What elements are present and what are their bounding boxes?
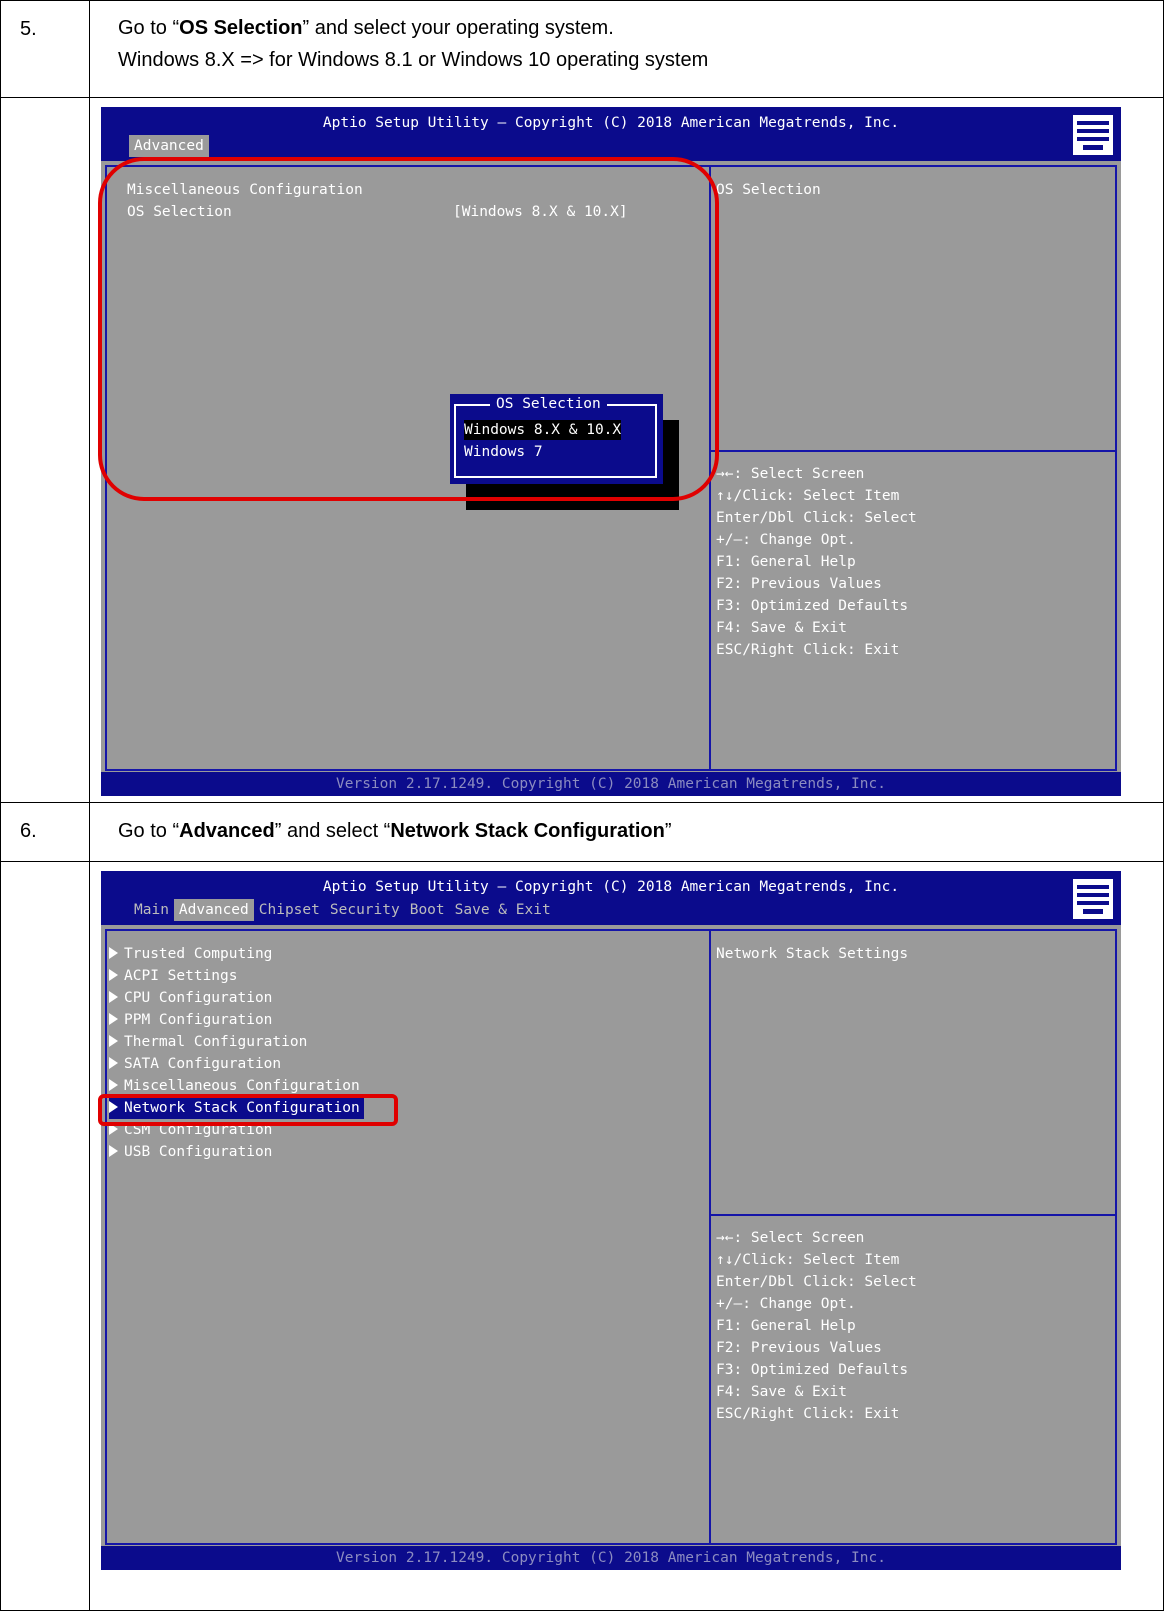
tab-boot[interactable]: Boot <box>405 899 450 921</box>
help-key: F3: Optimized Defaults <box>716 1362 909 1378</box>
submenu-arrow-icon <box>109 1145 118 1157</box>
bios-title: Aptio Setup Utility – Copyright (C) 2018… <box>322 115 900 131</box>
submenu-arrow-icon <box>109 1057 118 1069</box>
help-description: Network Stack Settings <box>716 946 909 962</box>
bios-footer: Version 2.17.1249. Copyright (C) 2018 Am… <box>101 1546 1121 1570</box>
table-border <box>89 0 90 1611</box>
table-border <box>0 861 1164 862</box>
bios-title: Aptio Setup Utility – Copyright (C) 2018… <box>322 879 900 895</box>
table-border <box>1163 0 1164 1611</box>
menu-item-trusted-computing[interactable]: Trusted Computing <box>109 943 272 965</box>
help-key: →←: Select Screen <box>716 1230 865 1246</box>
help-key: +/–: Change Opt. <box>716 1296 856 1312</box>
step-instruction: Go to “OS Selection” and select your ope… <box>118 12 708 76</box>
submenu-arrow-icon <box>109 991 118 1003</box>
tab-save-exit[interactable]: Save & Exit <box>450 899 556 921</box>
table-border <box>0 0 1164 1</box>
instruction-bold: Network Stack Configuration <box>390 820 665 842</box>
help-key: F3: Optimized Defaults <box>716 598 909 614</box>
help-key: F1: General Help <box>716 1318 856 1334</box>
submenu-arrow-icon <box>109 969 118 981</box>
bios-screenshot-advanced: Aptio Setup Utility – Copyright (C) 2018… <box>101 871 1121 1570</box>
help-key: Enter/Dbl Click: Select <box>716 1274 917 1290</box>
help-divider <box>711 1214 1117 1216</box>
instruction-text: Windows 8.X => for Windows 8.1 or Window… <box>118 49 709 71</box>
step-number: 5. <box>20 18 37 40</box>
bios-title-bar: Aptio Setup Utility – Copyright (C) 2018… <box>101 107 1121 161</box>
menu-item-usb-configuration[interactable]: USB Configuration <box>109 1141 272 1163</box>
table-border <box>0 0 1 1611</box>
help-key: →←: Select Screen <box>716 466 865 482</box>
instruction-text: ” and select your operating system. <box>302 17 614 39</box>
tab-chipset[interactable]: Chipset <box>254 899 325 921</box>
bios-divider <box>709 929 711 1545</box>
help-key: +/–: Change Opt. <box>716 532 856 548</box>
help-key: ESC/Right Click: Exit <box>716 642 900 658</box>
instruction-text: Go to “ <box>118 820 180 842</box>
step-number: 6. <box>20 820 37 842</box>
table-border <box>0 97 1164 98</box>
bios-footer: Version 2.17.1249. Copyright (C) 2018 Am… <box>101 772 1121 796</box>
tab-security[interactable]: Security <box>325 899 405 921</box>
help-key: F1: General Help <box>716 554 856 570</box>
table-border <box>0 1610 1164 1611</box>
instruction-text: ” <box>664 820 672 842</box>
red-highlight-ring <box>98 157 719 501</box>
instruction-bold: Advanced <box>179 820 275 842</box>
menu-item-acpi-settings[interactable]: ACPI Settings <box>109 965 238 987</box>
instruction-bold: OS Selection <box>179 17 303 39</box>
bios-tab-bar: Main Advanced Chipset Security Boot Save… <box>129 899 556 921</box>
help-key: ↑↓/Click: Select Item <box>716 488 900 504</box>
red-highlight-box <box>98 1094 398 1126</box>
keyboard-icon <box>1073 879 1113 919</box>
help-divider <box>711 450 1117 452</box>
menu-item-thermal-configuration[interactable]: Thermal Configuration <box>109 1031 307 1053</box>
tab-advanced[interactable]: Advanced <box>173 899 254 921</box>
submenu-arrow-icon <box>109 1079 118 1091</box>
keyboard-icon <box>1073 115 1113 155</box>
help-key: Enter/Dbl Click: Select <box>716 510 917 526</box>
step-instruction: Go to “Advanced” and select “Network Sta… <box>118 815 672 847</box>
bios-tab-bar: Advanced <box>129 135 209 157</box>
instruction-text: Go to “ <box>118 17 180 39</box>
help-key: F2: Previous Values <box>716 576 882 592</box>
tab-advanced[interactable]: Advanced <box>129 135 209 157</box>
help-description: OS Selection <box>716 182 821 198</box>
table-border <box>0 802 1164 803</box>
tab-main[interactable]: Main <box>129 899 174 921</box>
menu-item-sata-configuration[interactable]: SATA Configuration <box>109 1053 281 1075</box>
instruction-text: ” and select “ <box>274 820 391 842</box>
help-key: ↑↓/Click: Select Item <box>716 1252 900 1268</box>
help-key: F2: Previous Values <box>716 1340 882 1356</box>
help-key: F4: Save & Exit <box>716 1384 847 1400</box>
submenu-arrow-icon <box>109 947 118 959</box>
menu-item-cpu-configuration[interactable]: CPU Configuration <box>109 987 272 1009</box>
submenu-arrow-icon <box>109 1013 118 1025</box>
menu-item-ppm-configuration[interactable]: PPM Configuration <box>109 1009 272 1031</box>
bios-title-bar: Aptio Setup Utility – Copyright (C) 2018… <box>101 871 1121 925</box>
help-key: ESC/Right Click: Exit <box>716 1406 900 1422</box>
submenu-arrow-icon <box>109 1035 118 1047</box>
help-key: F4: Save & Exit <box>716 620 847 636</box>
